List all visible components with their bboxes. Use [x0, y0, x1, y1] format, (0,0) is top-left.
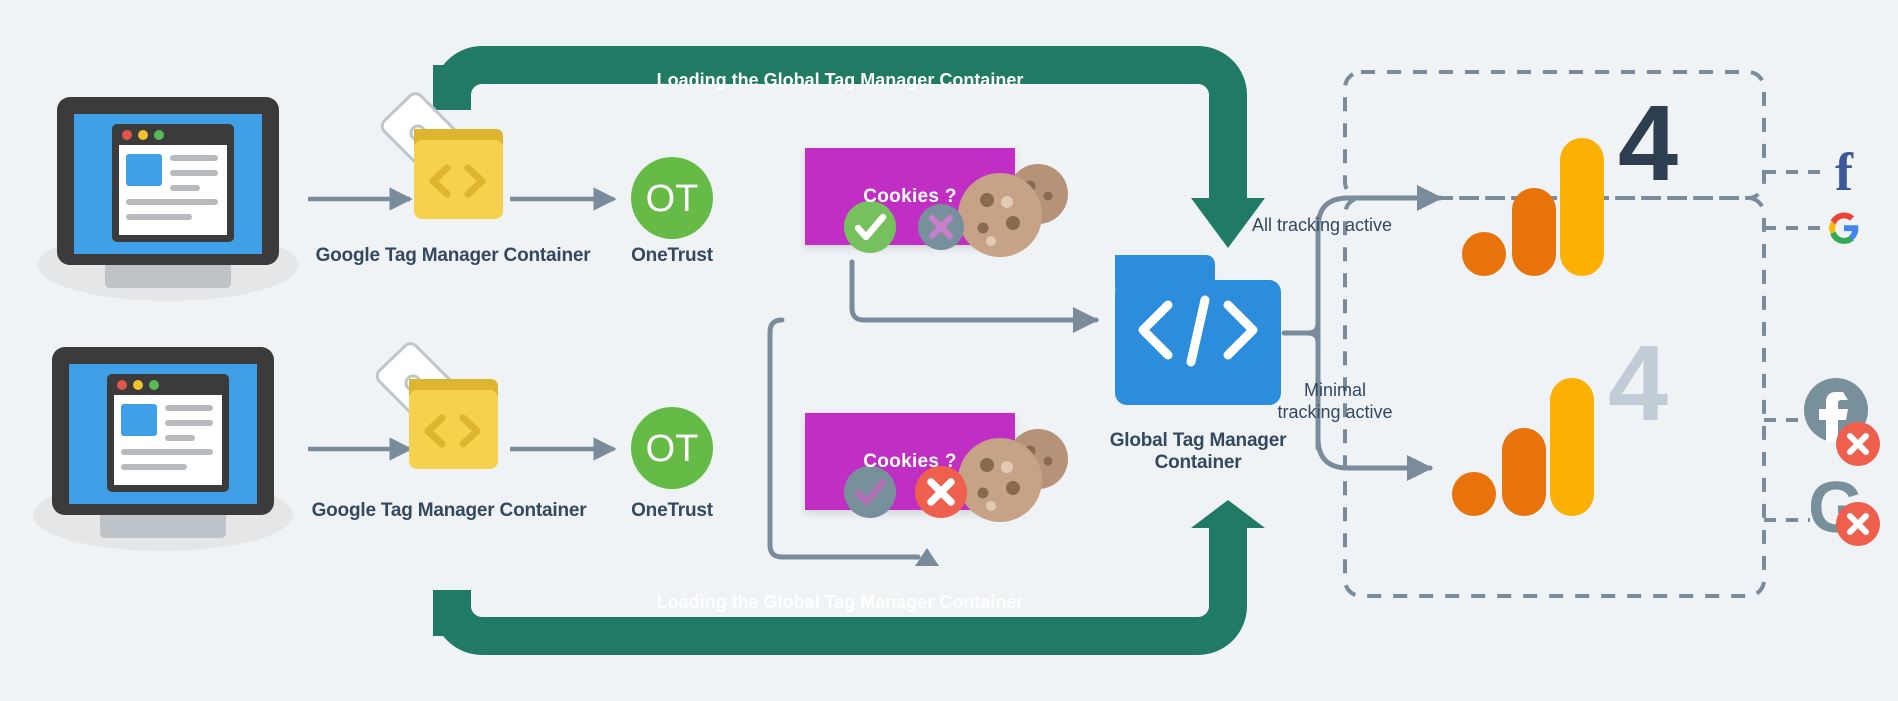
svg-text:4: 4 [1608, 322, 1668, 443]
google-icon-active [1829, 212, 1859, 244]
global-container-label: Global Tag Manager Container [1109, 430, 1287, 473]
svg-text:4: 4 [1618, 82, 1678, 203]
bottom-banner-label: Loading the Global Tag Manager Container [656, 592, 1024, 612]
svg-text:OT: OT [646, 178, 699, 220]
website-laptop-row1 [38, 97, 298, 301]
top-banner-label: Loading the Global Tag Manager Container [656, 70, 1024, 90]
diagram-canvas: OT OT 4 4 f G Loading the Global Tag Man… [0, 0, 1898, 701]
onetrust-icon-row1: OT [631, 157, 713, 239]
onetrust-icon-row2: OT [631, 407, 713, 489]
vendor-leader-lines-top [1764, 170, 1830, 230]
google-icon-blocked: G [1808, 468, 1880, 548]
facebook-icon-blocked [1804, 378, 1880, 466]
onetrust-label-row2: OneTrust [631, 500, 713, 521]
svg-text:OT: OT [646, 428, 699, 470]
tracking-scope-box-top [1343, 70, 1766, 598]
vendor-leader-lines-bottom [1764, 418, 1810, 522]
ga4-icon-blocked: 4 [1452, 322, 1668, 516]
ga4-icon-active: 4 [1462, 82, 1678, 276]
cookie-banner-text-row1: Cookies ? [863, 186, 957, 207]
connector-accept-to-global [849, 259, 1100, 333]
tracking-branch-connectors [1281, 185, 1444, 481]
route-label-all-tracking: All tracking active [1251, 215, 1393, 235]
facebook-icon-active: f [1835, 142, 1854, 202]
onetrust-label-row1: OneTrust [631, 245, 713, 266]
cookie-banner-text-row2: Cookies ? [863, 451, 957, 472]
svg-text:f: f [1835, 142, 1854, 202]
route-label-minimal-tracking: Minimal tracking active [1277, 380, 1393, 422]
